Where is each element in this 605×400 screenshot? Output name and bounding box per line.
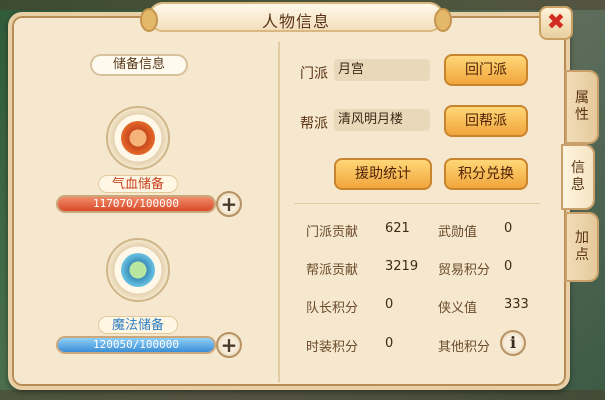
stat-label: 侠义值 [438, 301, 478, 316]
return-to-sect-button[interactable]: 回门派 [444, 54, 528, 86]
reserve-section-title: 储备信息 [90, 54, 188, 76]
other-points-info-button[interactable]: i [500, 330, 526, 356]
tab-info[interactable]: 信息 [561, 144, 595, 210]
stat-value: 333 [504, 297, 529, 312]
stat-value: 0 [504, 259, 513, 274]
stat-value: 0 [385, 336, 394, 351]
stat-label: 门派贡献 [306, 225, 359, 240]
sect-value: 月宫 [334, 59, 430, 81]
plus-icon: + [220, 333, 238, 357]
red-soup-bowl-icon [121, 121, 155, 155]
plus-icon: + [220, 192, 238, 216]
close-button[interactable]: ✖ [539, 6, 573, 40]
hp-reserve-bar: 117070/100000 [56, 195, 216, 213]
stat-label: 帮派贡献 [306, 263, 359, 278]
points-exchange-button[interactable]: 积分兑换 [444, 158, 528, 190]
tab-attributes[interactable]: 属性 [565, 70, 599, 144]
tab-attributes-label: 属性 [575, 90, 589, 123]
stat-label: 时装积分 [306, 340, 359, 355]
mp-reserve-label: 魔法储备 [98, 316, 178, 334]
hp-reserve-value: 117070/100000 [92, 197, 180, 210]
stats-divider [294, 203, 540, 204]
mp-reserve-add-button[interactable]: + [216, 332, 242, 358]
mp-reserve-orb [106, 238, 170, 302]
stat-value: 3219 [385, 259, 419, 274]
hp-reserve-orb [106, 106, 170, 170]
gang-label: 帮派 [300, 116, 328, 132]
tab-add-points-label: 加点 [575, 230, 589, 263]
info-icon: i [509, 333, 517, 352]
tab-info-label: 信息 [571, 160, 585, 193]
mp-reserve-value: 120050/100000 [92, 338, 180, 351]
mp-reserve-bar: 120050/100000 [56, 336, 216, 354]
stat-value: 0 [504, 221, 513, 236]
hp-reserve-label: 气血储备 [98, 175, 178, 193]
return-to-gang-button[interactable]: 回帮派 [444, 105, 528, 137]
stat-value: 0 [385, 297, 394, 312]
hp-reserve-add-button[interactable]: + [216, 191, 242, 217]
window-title-bar: 人物信息 [140, 2, 452, 32]
stat-value: 621 [385, 221, 410, 236]
aid-stats-button[interactable]: 援助统计 [334, 158, 432, 190]
close-icon: ✖ [546, 10, 566, 35]
stat-label: 其他积分 [438, 340, 491, 355]
tab-add-points[interactable]: 加点 [565, 212, 599, 282]
stat-label: 武勋值 [438, 225, 478, 240]
window-title: 人物信息 [261, 12, 330, 31]
gang-value: 清风明月楼 [334, 109, 430, 131]
sect-label: 门派 [300, 66, 328, 82]
stat-label: 贸易积分 [438, 263, 491, 278]
stat-label: 队长积分 [306, 301, 359, 316]
blue-soup-bowl-icon [121, 253, 155, 287]
pane-divider [278, 42, 280, 382]
